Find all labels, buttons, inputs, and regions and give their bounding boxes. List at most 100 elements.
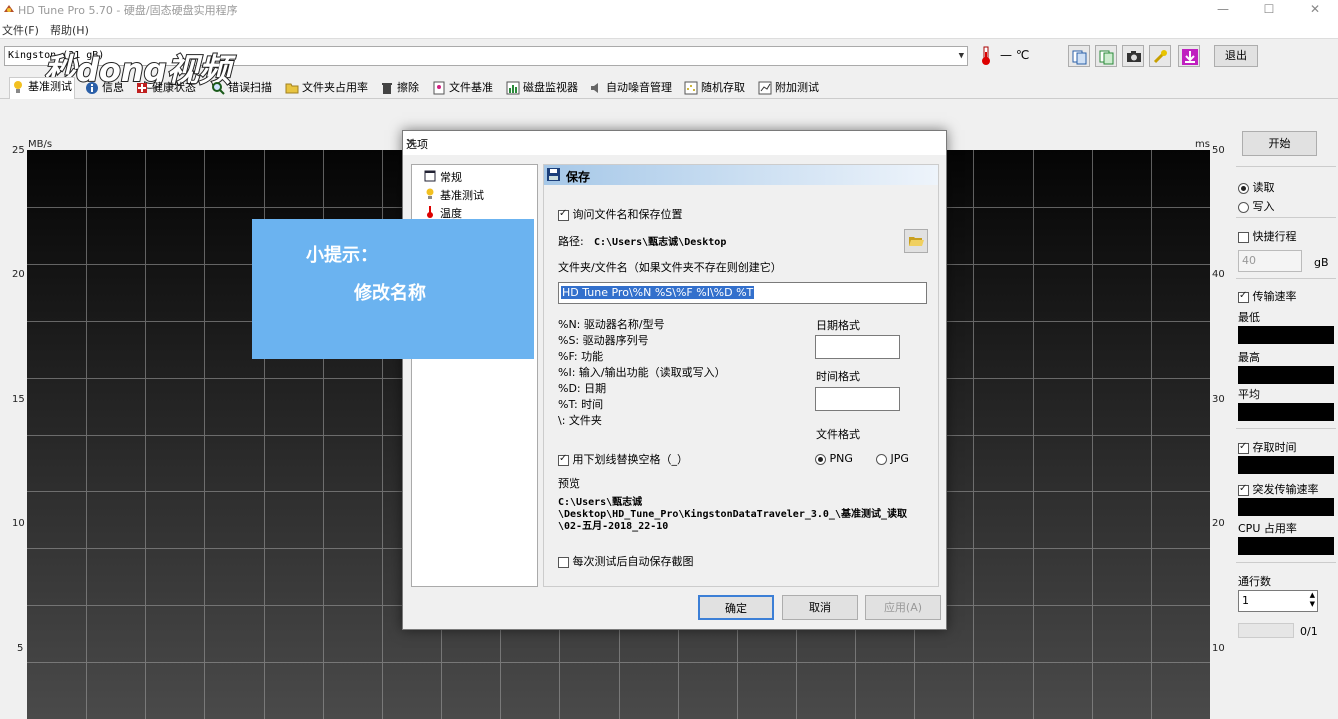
random-access-icon [684, 81, 698, 95]
menu-file[interactable]: 文件(F) [2, 22, 39, 38]
right-tick: 30 [1212, 394, 1225, 405]
png-label: PNG [829, 452, 853, 465]
tree-item-benchmark[interactable]: 基准测试 [426, 187, 484, 203]
date-format-input[interactable] [815, 335, 900, 359]
write-radio[interactable]: 写入 [1238, 198, 1275, 214]
bulb-icon [426, 188, 434, 199]
tab-aam[interactable]: 自动噪音管理 [588, 79, 672, 98]
preview-line: \02-五月-2018_22-10 [558, 521, 669, 532]
underscore-checkbox[interactable]: 用下划线替换空格（_） [558, 451, 688, 467]
tab-label: 文件夹占用率 [302, 81, 368, 94]
png-radio[interactable]: PNG [815, 452, 853, 465]
cancel-button[interactable]: 取消 [782, 595, 858, 620]
auto-save-checkbox[interactable]: 每次测试后自动保存截图 [558, 553, 694, 569]
burst-rate-label: 突发传输速率 [1252, 483, 1319, 496]
jpg-radio[interactable]: JPG [876, 452, 909, 465]
open-folder-icon [909, 237, 924, 246]
left-axis-unit: MB/s [28, 139, 53, 150]
path-value: C:\Users\甄志诚\Desktop [594, 237, 727, 248]
tab-label: 信息 [102, 81, 124, 94]
copy-info-button[interactable] [1068, 45, 1090, 67]
read-radio[interactable]: 读取 [1238, 179, 1275, 195]
menu-help[interactable]: 帮助(H) [50, 22, 89, 38]
time-format-input[interactable] [815, 387, 900, 411]
tab-extra-tests[interactable]: 附加测试 [757, 79, 819, 98]
chevron-down-icon: ▼ [958, 51, 964, 61]
tip-overlay: 小提示： 修改名称 [252, 219, 534, 359]
start-button[interactable]: 开始 [1242, 131, 1317, 156]
wrench-icon [1153, 50, 1167, 64]
short-stroke-label: 快捷行程 [1252, 230, 1297, 243]
thermometer-icon [427, 206, 433, 218]
legend-line: %T: 时间 [558, 398, 604, 411]
spinner-arrows-icon[interactable]: ▲ ▼ [1310, 591, 1315, 609]
folder-file-label: 文件夹/文件名（如果文件夹不存在则创建它） [558, 261, 782, 274]
window-icon [424, 170, 436, 182]
access-time-label: 存取时间 [1252, 441, 1297, 454]
cpu-label: CPU 占用率 [1238, 522, 1297, 535]
tab-erase[interactable]: 擦除 [379, 79, 419, 98]
right-tick: 10 [1212, 643, 1225, 654]
ask-filename-label: 询问文件名和保存位置 [572, 208, 683, 221]
close-button[interactable]: ✕ [1292, 0, 1338, 20]
legend-line: %S: 驱动器序列号 [558, 334, 649, 347]
legend-line: %D: 日期 [558, 382, 607, 395]
thermometer-icon [982, 46, 990, 65]
maximize-button[interactable]: ☐ [1246, 0, 1292, 20]
progress-text: 0/1 [1300, 625, 1318, 638]
tab-file-benchmark[interactable]: 文件基准 [431, 79, 493, 98]
right-tick: 50 [1212, 145, 1225, 156]
right-tick: 20 [1212, 518, 1225, 529]
exit-button[interactable]: 退出 [1214, 45, 1258, 67]
short-stroke-checkbox[interactable]: 快捷行程 [1238, 228, 1297, 244]
legend-line: %I: 输入/输出功能（读取或写入） [558, 366, 726, 379]
copy-all-button[interactable] [1095, 45, 1117, 67]
preview-label: 预览 [558, 477, 580, 490]
dialog-close-icon[interactable]: ✕ [406, 136, 938, 149]
tab-random-access[interactable]: 随机存取 [683, 79, 745, 98]
tab-info[interactable]: 信息 [84, 79, 124, 98]
date-format-label: 日期格式 [816, 319, 860, 332]
speaker-icon [591, 83, 598, 93]
tab-disk-monitor[interactable]: 磁盘监视器 [505, 79, 578, 98]
ok-button[interactable]: 确定 [698, 595, 774, 620]
minimize-button[interactable]: — [1200, 0, 1246, 20]
file-format-label: 文件格式 [816, 428, 860, 441]
progress-bar [1238, 623, 1294, 638]
save-button[interactable] [1178, 45, 1200, 67]
tab-folder-usage[interactable]: 文件夹占用率 [284, 79, 368, 98]
tab-benchmark[interactable]: 基准测试 [9, 77, 75, 99]
tab-label: 健康状态 [152, 81, 196, 94]
left-tick: 5 [17, 643, 24, 654]
file-benchmark-icon [433, 81, 445, 95]
avg-value-box [1238, 403, 1334, 421]
min-label: 最低 [1238, 311, 1260, 324]
monitor-chart-icon [506, 81, 520, 95]
screenshot-button[interactable] [1122, 45, 1144, 67]
transfer-rate-checkbox[interactable]: 传输速率 [1238, 288, 1297, 304]
info-icon [86, 82, 98, 94]
short-stroke-input[interactable]: 40 [1238, 250, 1302, 272]
ask-filename-checkbox[interactable]: 询问文件名和保存位置 [558, 206, 683, 222]
passes-input[interactable]: 1 ▲ ▼ [1238, 590, 1318, 612]
access-time-checkbox[interactable]: 存取时间 [1238, 439, 1297, 455]
burst-rate-checkbox[interactable]: 突发传输速率 [1238, 481, 1319, 497]
app-icon [4, 5, 14, 12]
apply-button[interactable]: 应用(A) [865, 595, 941, 620]
tip-title: 小提示： [306, 245, 378, 266]
download-icon [1182, 49, 1198, 65]
filename-pattern-input[interactable]: HD Tune Pro\%N %S\%F %I\%D %T [558, 282, 927, 304]
tree-item-general[interactable]: 常规 [424, 169, 462, 185]
left-tick: 15 [12, 394, 25, 405]
tab-health[interactable]: 健康状态 [134, 79, 196, 98]
passes-label: 通行数 [1238, 575, 1271, 588]
temperature-value: — ℃ [1000, 48, 1030, 62]
auto-save-label: 每次测试后自动保存截图 [572, 555, 694, 568]
tab-error-scan[interactable]: 错误扫描 [210, 79, 272, 98]
path-label: 路径: [558, 235, 584, 248]
tab-label: 错误扫描 [228, 81, 272, 94]
folder-icon [285, 83, 299, 94]
burst-rate-box [1238, 498, 1334, 516]
browse-folder-button[interactable] [904, 229, 928, 253]
options-button[interactable] [1149, 45, 1171, 67]
